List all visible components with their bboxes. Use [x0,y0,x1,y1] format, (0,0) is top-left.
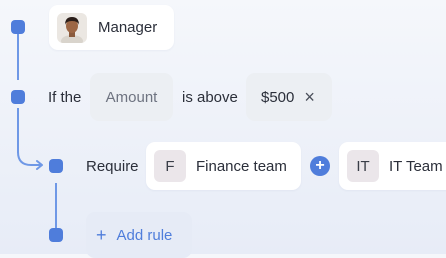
it-team-badge: IT [347,150,379,182]
branch-connector [17,148,43,170]
add-rule-label: Add rule [116,226,173,244]
condition-prefix: If the [48,89,82,106]
add-rule-button[interactable]: + Add rule [86,212,192,258]
connector-line-1 [17,34,19,80]
flow-node-condition [11,90,25,104]
add-team-button[interactable]: + [310,156,330,176]
approver-card[interactable]: Manager [49,5,174,50]
condition-field-label: Amount [105,88,158,106]
condition-field-select[interactable]: Amount [90,73,173,121]
flow-node-add-rule [49,228,63,242]
flow-node-approver [11,20,25,34]
team-chip-it[interactable]: IT IT Team [339,142,446,190]
manager-avatar [57,12,87,43]
require-label: Require [86,158,139,175]
team-chip-finance[interactable]: F Finance team [146,142,301,190]
approver-label: Manager [98,19,158,36]
flow-node-require [49,159,63,173]
connector-line-2 [17,108,19,153]
add-rule-plus-icon: + [96,224,107,245]
condition-value-chip[interactable]: $500 × [246,73,332,121]
finance-team-label: Finance team [196,157,287,175]
condition-operator: is above [182,89,238,106]
condition-value: $500 [261,88,295,106]
connector-line-3 [55,183,57,229]
it-team-label: IT Team [389,157,443,175]
finance-team-badge: F [154,150,186,182]
remove-value-icon[interactable]: × [304,87,315,108]
